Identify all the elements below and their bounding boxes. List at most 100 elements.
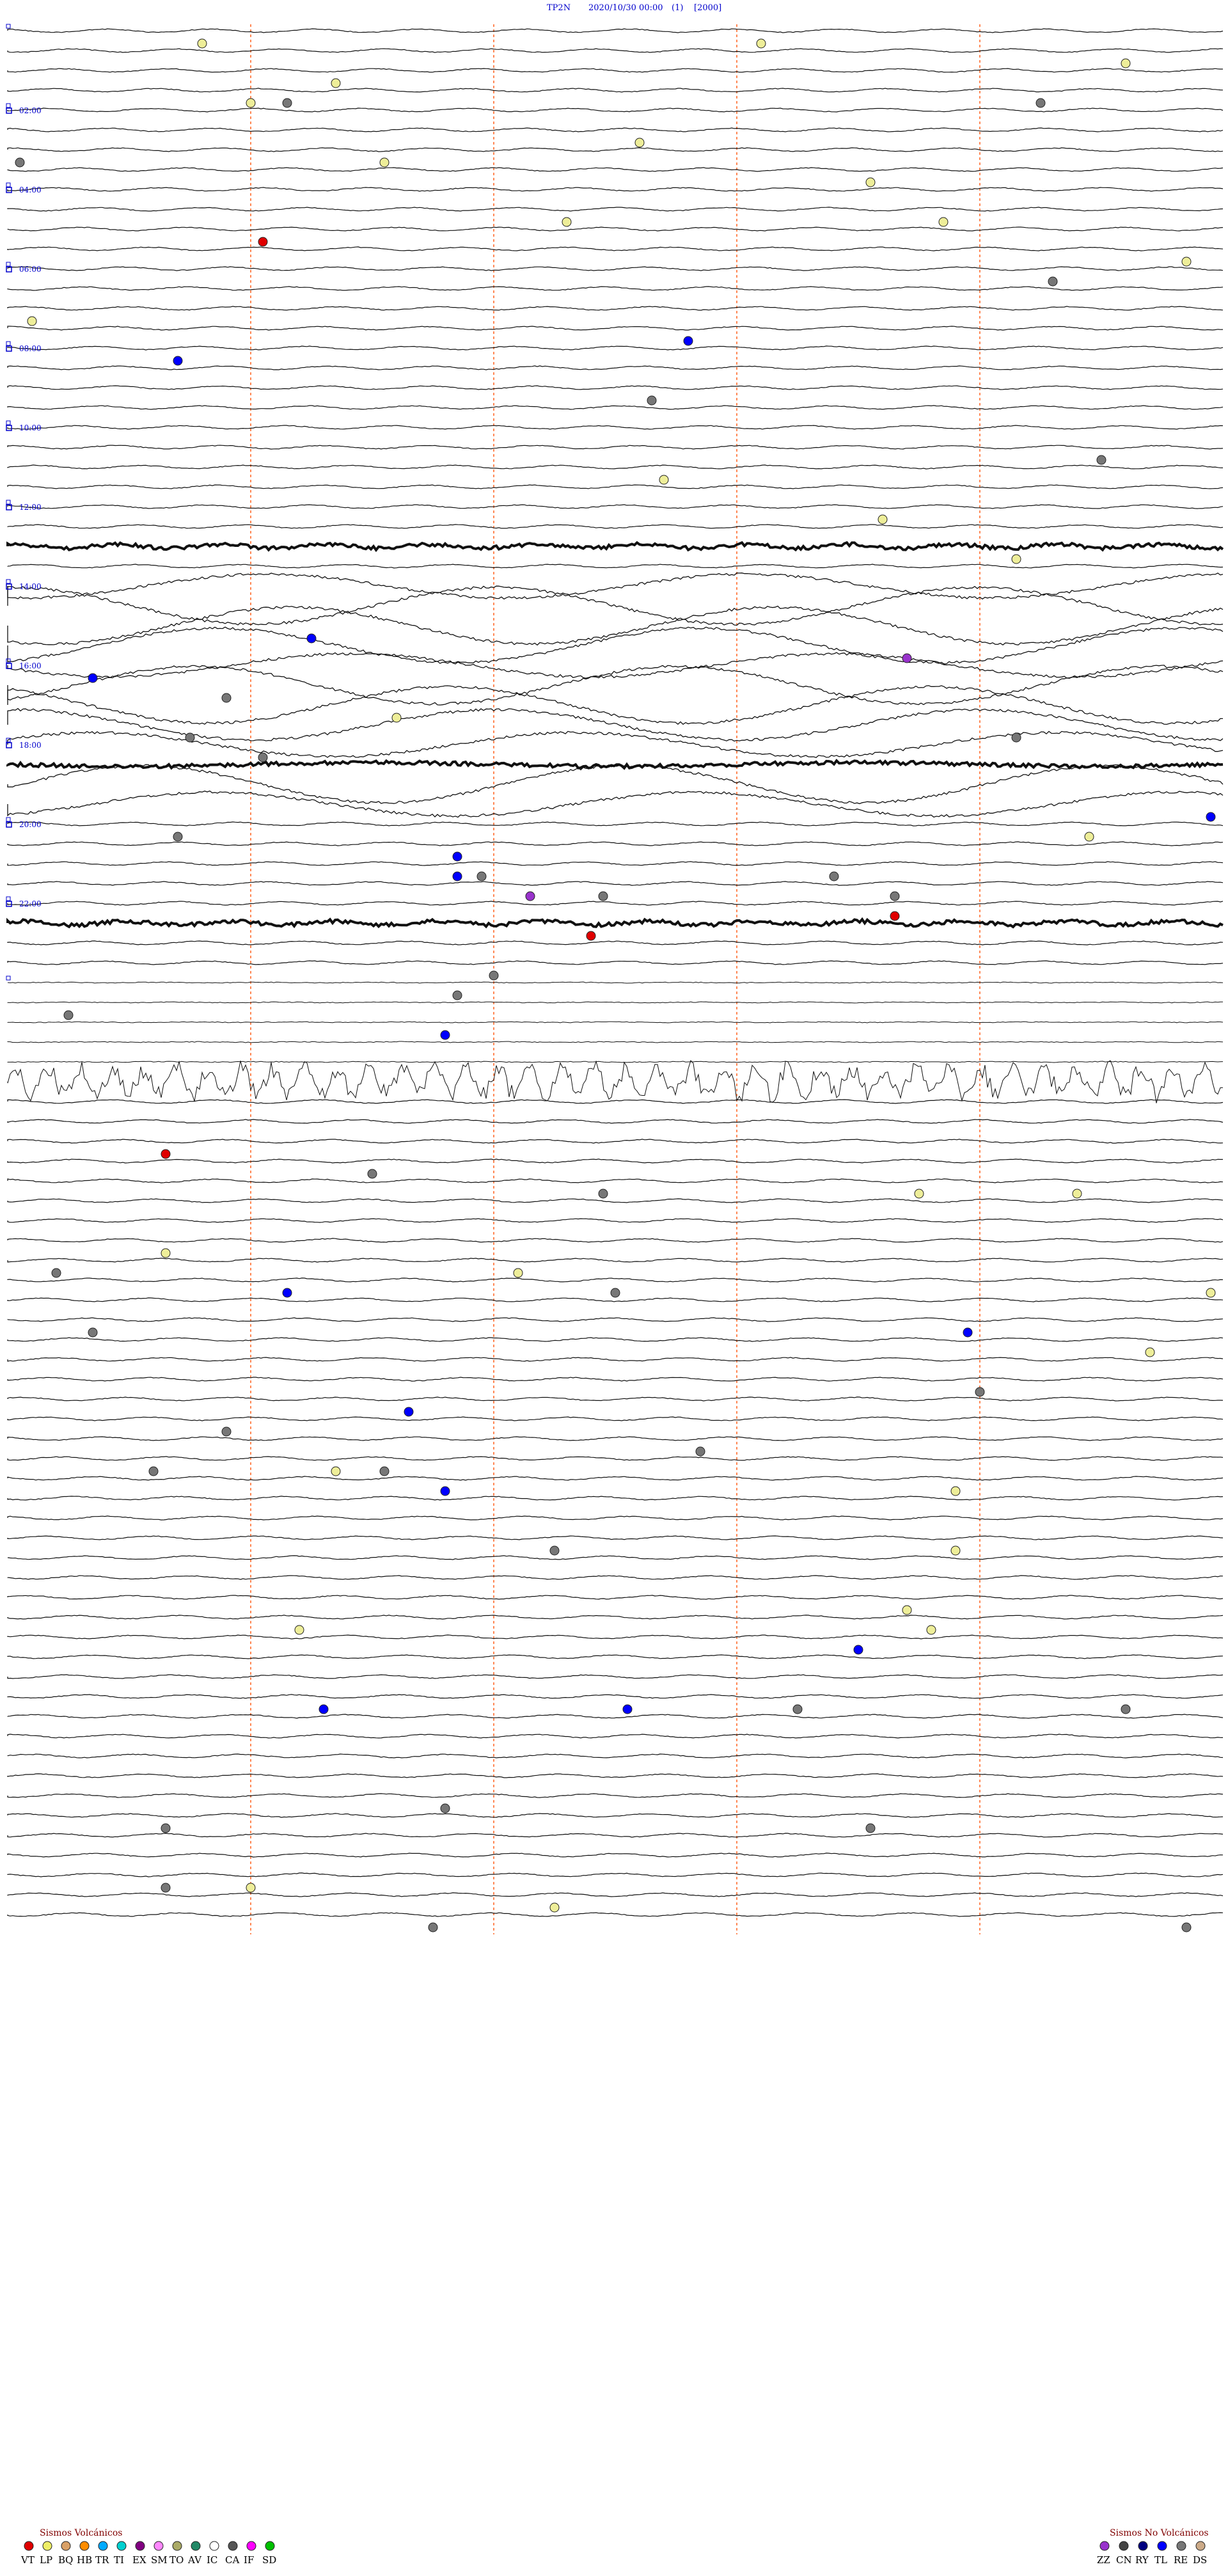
half-hour-mark-icon <box>6 24 11 29</box>
trace-line <box>7 1535 1224 1540</box>
event-marker-TL <box>440 1486 450 1496</box>
event-marker-LP <box>865 177 876 187</box>
legend-dot-icon <box>98 2541 108 2551</box>
event-marker-LP <box>950 1545 961 1556</box>
legend-dot-icon <box>209 2541 219 2551</box>
event-marker-LP <box>926 1625 936 1635</box>
hour-label: 20:00 <box>19 820 42 829</box>
trace-line <box>7 147 1224 152</box>
trace-line <box>7 1060 1224 1103</box>
trace-line <box>7 385 1224 390</box>
trace-line <box>7 1198 1224 1203</box>
trace-line <box>7 1496 1224 1501</box>
event-marker-LP <box>246 98 256 108</box>
trace-line <box>7 841 1224 846</box>
trace-line <box>7 1714 1224 1719</box>
event-marker-LP <box>878 514 888 525</box>
legend-code-CA: CA <box>225 2554 239 2566</box>
legend-code-AV: AV <box>187 2554 202 2566</box>
trace-line <box>7 504 1224 509</box>
legend-code-VT: VT <box>20 2554 35 2566</box>
time-gridlines <box>250 24 980 1934</box>
legend-dot-icon <box>1157 2541 1167 2551</box>
event-marker-RE <box>489 970 499 981</box>
legend-volcanic: Sismos Volcánicos VT LP BQ HB TR TI EX SM TO AV IC… <box>20 2528 276 2566</box>
trace-line <box>7 1099 1224 1104</box>
trace-line <box>7 1694 1224 1699</box>
event-marker-RE <box>258 752 268 763</box>
trace-line <box>7 286 1224 291</box>
event-marker-RE <box>792 1704 803 1714</box>
half-hour-mark-icon <box>6 103 11 108</box>
trace-line <box>7 167 1224 172</box>
trace-line <box>7 1654 1224 1659</box>
event-marker-TL <box>404 1407 414 1417</box>
event-marker-LP <box>513 1268 523 1278</box>
event-marker-RE <box>63 1010 74 1020</box>
event-marker-LP <box>659 475 669 485</box>
hour-mark-icon <box>6 742 12 748</box>
hour-markers: 02:00 04:00 06:00 08:00 10:00 12:00 14:00 16:00… <box>6 24 42 981</box>
event-marker-EX <box>902 653 912 663</box>
legend-code-IF: IF <box>244 2554 254 2566</box>
legend-dot-icon <box>1119 2541 1129 2551</box>
trace-line <box>7 306 1224 311</box>
event-marker-TL <box>319 1704 329 1714</box>
trace-line <box>7 1317 1224 1322</box>
trace-line <box>6 917 1224 929</box>
event-marker-LP <box>197 38 207 49</box>
event-marker-LP <box>1181 257 1192 267</box>
legend-dot-icon <box>61 2541 71 2551</box>
trace-line <box>7 1595 1224 1600</box>
event-marker-RE <box>282 98 292 108</box>
trace-line <box>7 1615 1224 1620</box>
trace-line <box>7 861 1224 866</box>
event-marker-TL <box>452 851 462 862</box>
trace-line <box>7 1416 1224 1421</box>
event-markers <box>15 38 1216 1932</box>
event-marker-RE <box>1011 732 1021 743</box>
trace-line <box>7 573 1224 600</box>
trace-line <box>7 127 1224 132</box>
trace-line <box>7 365 1224 370</box>
legend-dot-icon <box>42 2541 52 2551</box>
event-marker-RE <box>1121 1704 1131 1714</box>
event-marker-VT <box>890 911 900 921</box>
event-marker-TL <box>88 673 98 683</box>
event-marker-RE <box>15 157 25 168</box>
trace-line <box>7 88 1224 93</box>
trace-line <box>6 759 1224 770</box>
event-marker-RE <box>1048 276 1058 287</box>
event-marker-LP <box>379 157 390 168</box>
event-marker-RE <box>428 1922 438 1932</box>
trace-line <box>7 445 1224 450</box>
event-marker-RE <box>598 1189 608 1199</box>
event-marker-LP <box>914 1189 924 1199</box>
legend-dot-icon <box>135 2541 145 2551</box>
trace-line <box>7 524 1224 529</box>
legend-code-LP: LP <box>40 2554 52 2566</box>
trace-line <box>7 1853 1224 1858</box>
hour-label: 14:00 <box>19 582 42 591</box>
trace-line <box>7 484 1224 489</box>
trace-line <box>7 1833 1224 1838</box>
trace-line <box>7 1555 1224 1560</box>
legend-dot-icon <box>1176 2541 1186 2551</box>
header-scale: [2000] <box>694 3 721 13</box>
trace-line <box>7 266 1224 271</box>
event-marker-RE <box>610 1288 620 1298</box>
hour-mark-icon <box>6 663 12 669</box>
event-marker-VT <box>161 1149 171 1159</box>
trace-line <box>7 1218 1224 1223</box>
trace-line <box>7 107 1224 113</box>
helicorder-plot: TP2N 2020/10/30 00:00 (1) [2000] 02:00 04… <box>6 3 1224 2566</box>
hour-mark-icon <box>6 345 12 352</box>
event-marker-RE <box>476 871 487 881</box>
half-hour-mark-icon <box>6 976 11 981</box>
trace-line <box>7 1238 1224 1243</box>
event-marker-RE <box>440 1803 450 1813</box>
legend-code-ZZ: ZZ <box>1097 2554 1110 2566</box>
half-hour-mark-icon <box>6 500 11 505</box>
legend-dot-icon <box>1138 2541 1148 2551</box>
event-marker-RE <box>890 891 900 901</box>
